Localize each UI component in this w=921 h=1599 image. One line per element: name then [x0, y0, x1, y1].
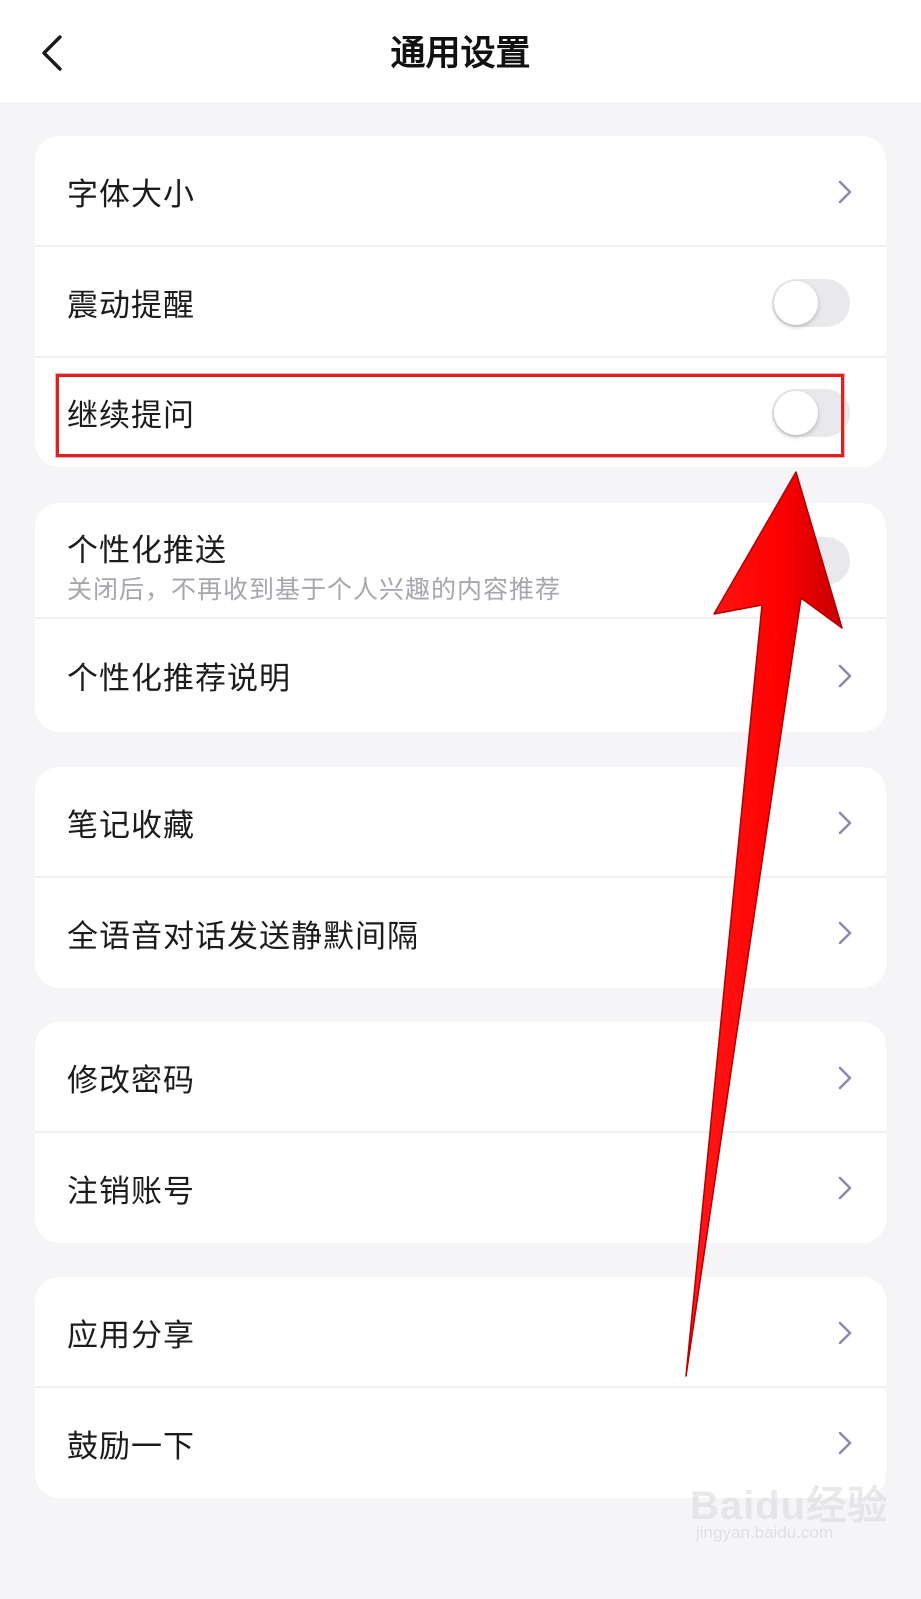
font-size-row[interactable]: 字体大小 — [35, 136, 886, 247]
chevron-right-icon — [838, 1176, 852, 1200]
page-title: 通用设置 — [390, 34, 531, 74]
share-app-label: 应用分享 — [67, 1318, 195, 1354]
vibration-reminder-row: 震动提醒 — [35, 247, 886, 358]
personalized-push-row: 个性化推送 关闭后，不再收到基于个人兴趣的内容推荐 — [35, 503, 886, 619]
chevron-right-icon — [838, 1321, 852, 1344]
chevron-right-icon — [838, 180, 852, 203]
chevron-right-icon — [838, 664, 852, 687]
toggle-knob — [774, 280, 818, 325]
delete-account-row[interactable]: 注销账号 — [35, 1133, 886, 1243]
top-bar: 通用设置 — [0, 0, 921, 102]
personalized-recommendation-info-row[interactable]: 个性化推荐说明 — [35, 619, 886, 732]
chevron-right-icon — [838, 1431, 852, 1455]
personalized-push-toggle[interactable] — [772, 537, 850, 585]
change-password-row[interactable]: 修改密码 — [35, 1022, 886, 1133]
voice-silence-interval-row[interactable]: 全语音对话发送静默间隔 — [35, 878, 886, 988]
font-size-label: 字体大小 — [67, 177, 195, 213]
voice-silence-interval-label: 全语音对话发送静默间隔 — [67, 918, 419, 955]
encourage-label: 鼓励一下 — [67, 1428, 195, 1465]
settings-group-personalization: 个性化推送 关闭后，不再收到基于个人兴趣的内容推荐 个性化推荐说明 — [35, 503, 886, 732]
toggle-knob — [774, 539, 818, 583]
chevron-right-icon — [838, 921, 852, 945]
share-app-row[interactable]: 应用分享 — [35, 1277, 886, 1388]
change-password-label: 修改密码 — [67, 1063, 195, 1099]
continue-asking-label: 继续提问 — [67, 398, 195, 434]
personalized-recommendation-info-label: 个性化推荐说明 — [67, 661, 291, 697]
encourage-row[interactable]: 鼓励一下 — [35, 1388, 886, 1498]
personalized-push-label: 个性化推送 — [67, 533, 227, 569]
settings-group-share: 应用分享 鼓励一下 — [35, 1277, 886, 1498]
continue-asking-row: 继续提问 — [35, 358, 886, 467]
vibration-reminder-toggle[interactable] — [772, 278, 850, 327]
chevron-right-icon — [838, 811, 852, 834]
settings-group-notes: 笔记收藏 全语音对话发送静默间隔 — [35, 767, 886, 988]
settings-group-account: 修改密码 注销账号 — [35, 1022, 886, 1243]
toggle-knob — [774, 390, 818, 435]
continue-asking-toggle[interactable] — [772, 388, 850, 437]
personalized-push-description: 关闭后，不再收到基于个人兴趣的内容推荐 — [67, 575, 562, 604]
note-favorites-row[interactable]: 笔记收藏 — [35, 767, 886, 878]
settings-group-display: 字体大小 震动提醒 继续提问 — [35, 136, 886, 467]
note-favorites-label: 笔记收藏 — [67, 808, 195, 844]
vibration-reminder-label: 震动提醒 — [67, 288, 195, 324]
chevron-right-icon — [838, 1066, 852, 1089]
watermark-url: jingyan.baidu.com — [696, 1523, 834, 1542]
delete-account-label: 注销账号 — [67, 1173, 195, 1210]
